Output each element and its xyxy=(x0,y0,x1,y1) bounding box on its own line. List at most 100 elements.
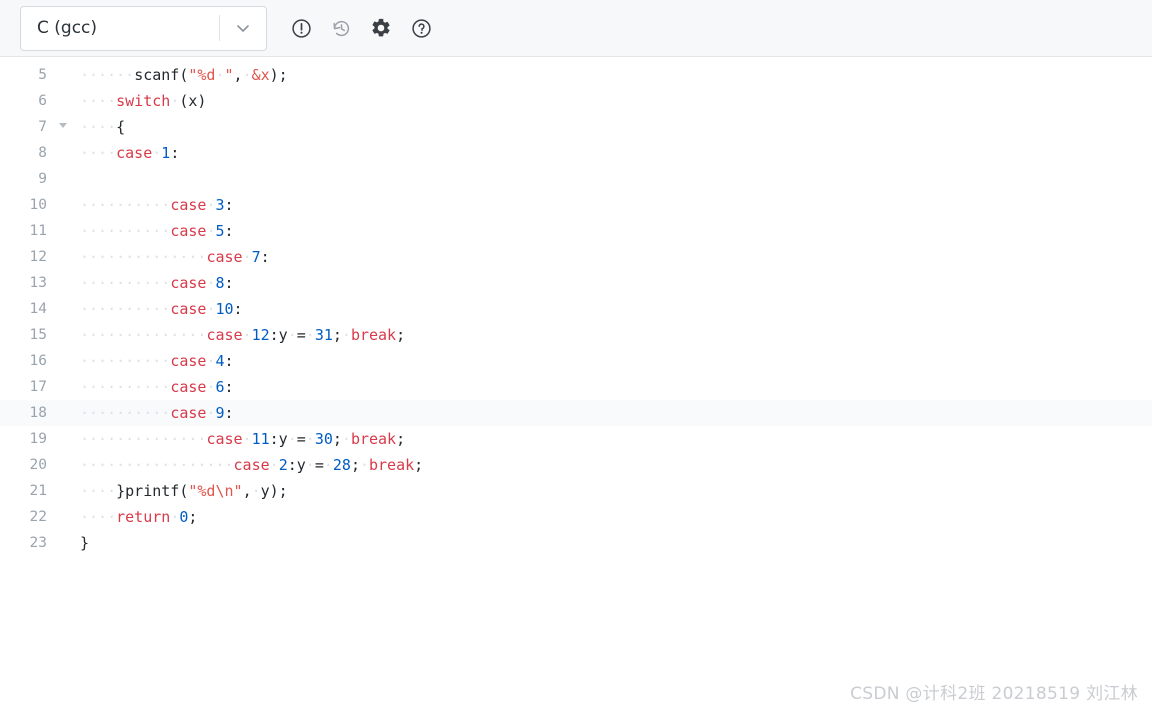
code-line[interactable]: 15 ··············case·12:y·=·31;·break; xyxy=(0,322,1152,348)
indent-guide: ·········· xyxy=(80,222,171,240)
code-token: · xyxy=(287,430,297,448)
code-token: ; xyxy=(396,430,406,448)
line-number: 21 xyxy=(29,483,47,499)
code-line[interactable]: 22 ····return·0; xyxy=(0,504,1152,530)
code-token: break xyxy=(369,456,415,474)
help-icon[interactable] xyxy=(401,8,441,48)
code-text: ·················case·2:y·=·28;·break; xyxy=(78,452,1152,478)
toolbar-icon-group xyxy=(281,8,441,48)
chevron-down-icon[interactable] xyxy=(220,18,266,38)
code-line[interactable]: 5 ······scanf("%d·",·&x); xyxy=(0,62,1152,88)
indent-guide: ···· xyxy=(80,144,117,162)
settings-icon[interactable] xyxy=(361,8,401,48)
code-text: ··············case·12:y·=·31;·break; xyxy=(78,322,1152,348)
code-token: · xyxy=(305,430,315,448)
code-line[interactable]: 17 ··········case·6: xyxy=(0,374,1152,400)
code-token: 2 xyxy=(278,456,288,474)
code-text: ····case·1: xyxy=(78,140,1152,166)
code-token: case xyxy=(170,222,207,240)
code-token: ; xyxy=(414,456,424,474)
line-number: 18 xyxy=(29,405,47,421)
code-line[interactable]: 9 xyxy=(0,166,1152,192)
code-line[interactable]: 13 ··········case·8: xyxy=(0,270,1152,296)
code-token: · xyxy=(269,456,279,474)
watermark: CSDN @计科2班 20218519 刘江林 xyxy=(850,684,1138,704)
indent-guide: ·········· xyxy=(80,300,171,318)
code-line[interactable]: 8 ····case·1: xyxy=(0,140,1152,166)
code-token: 9 xyxy=(215,404,225,422)
code-line[interactable]: 11 ··········case·5: xyxy=(0,218,1152,244)
code-token: · xyxy=(323,456,333,474)
code-text: ··········case·6: xyxy=(78,374,1152,400)
code-token: case xyxy=(206,430,243,448)
language-select[interactable]: C (gcc) xyxy=(20,5,267,51)
code-token: · xyxy=(242,430,252,448)
code-token: 12 xyxy=(251,326,270,344)
code-text: ··········case·4: xyxy=(78,348,1152,374)
code-text: ··········case·10: xyxy=(78,296,1152,322)
code-token: case xyxy=(170,274,207,292)
toolbar: C (gcc) xyxy=(0,0,1152,57)
code-line[interactable]: 23} xyxy=(0,530,1152,556)
indent-guide: ······ xyxy=(80,66,135,84)
fold-toggle-icon[interactable] xyxy=(47,114,78,140)
code-token: y); xyxy=(260,482,288,500)
error-icon[interactable] xyxy=(281,8,321,48)
code-token: · xyxy=(359,456,369,474)
indent-guide: ················· xyxy=(80,456,234,474)
code-token: 28 xyxy=(332,456,351,474)
code-line[interactable]: 20 ·················case·2:y·=·28;·break; xyxy=(0,452,1152,478)
code-token: "%d\n" xyxy=(188,482,243,500)
code-text: ··········case·5: xyxy=(78,218,1152,244)
code-token: ); xyxy=(269,66,288,84)
code-text: ····switch·(x) xyxy=(78,88,1152,114)
code-line[interactable]: 12 ··············case·7: xyxy=(0,244,1152,270)
code-token: case xyxy=(170,404,207,422)
code-token: · xyxy=(242,66,252,84)
code-line[interactable]: 14 ··········case·10: xyxy=(0,296,1152,322)
code-line[interactable]: 21 ····}printf("%d\n",·y); xyxy=(0,478,1152,504)
code-token: 5 xyxy=(215,222,225,240)
code-token: 6 xyxy=(215,378,225,396)
code-token: case xyxy=(170,196,207,214)
code-line[interactable]: 18 ··········case·9: xyxy=(0,400,1152,426)
code-token: ; xyxy=(188,508,198,526)
code-token: switch xyxy=(116,92,171,110)
code-token: = xyxy=(296,430,306,448)
code-line[interactable]: 16 ··········case·4: xyxy=(0,348,1152,374)
line-number: 5 xyxy=(38,67,47,83)
code-token: · xyxy=(170,92,180,110)
history-icon[interactable] xyxy=(321,8,361,48)
code-line[interactable]: 6 ····switch·(x) xyxy=(0,88,1152,114)
code-editor[interactable]: 5 ······scanf("%d·",·&x); 6 ····switch·(x) 7… xyxy=(0,57,1152,710)
line-number: 23 xyxy=(29,535,47,551)
code-token: · xyxy=(215,66,225,84)
code-token: case xyxy=(116,144,153,162)
code-token: 11 xyxy=(251,430,270,448)
code-token: case xyxy=(206,248,243,266)
code-token: : xyxy=(260,248,270,266)
line-number: 6 xyxy=(38,93,47,109)
line-number: 20 xyxy=(29,457,47,473)
indent-guide: ·········· xyxy=(80,352,171,370)
line-number: 15 xyxy=(29,327,47,343)
code-line[interactable]: 19 ··············case·11:y·=·30;·break; xyxy=(0,426,1152,452)
line-number: 11 xyxy=(29,223,47,239)
code-token: : xyxy=(224,404,234,422)
code-text: ······scanf("%d·",·&x); xyxy=(78,62,1152,88)
code-token: case xyxy=(170,352,207,370)
code-token: , xyxy=(233,66,243,84)
code-token: break xyxy=(350,430,397,448)
code-token: ; xyxy=(332,430,342,448)
code-token: case xyxy=(233,456,270,474)
language-select-value: C (gcc) xyxy=(37,18,98,38)
code-line[interactable]: 7 ····{ xyxy=(0,114,1152,140)
code-text: } xyxy=(78,530,1152,556)
code-lines-container: 5 ······scanf("%d·",·&x); 6 ····switch·(x) 7… xyxy=(0,62,1152,556)
line-number: 22 xyxy=(29,509,47,525)
code-token: · xyxy=(251,482,261,500)
indent-guide: ···· xyxy=(80,118,117,136)
code-line[interactable]: 10 ··········case·3: xyxy=(0,192,1152,218)
indent-guide: ·········· xyxy=(80,196,171,214)
code-token: : xyxy=(224,222,234,240)
